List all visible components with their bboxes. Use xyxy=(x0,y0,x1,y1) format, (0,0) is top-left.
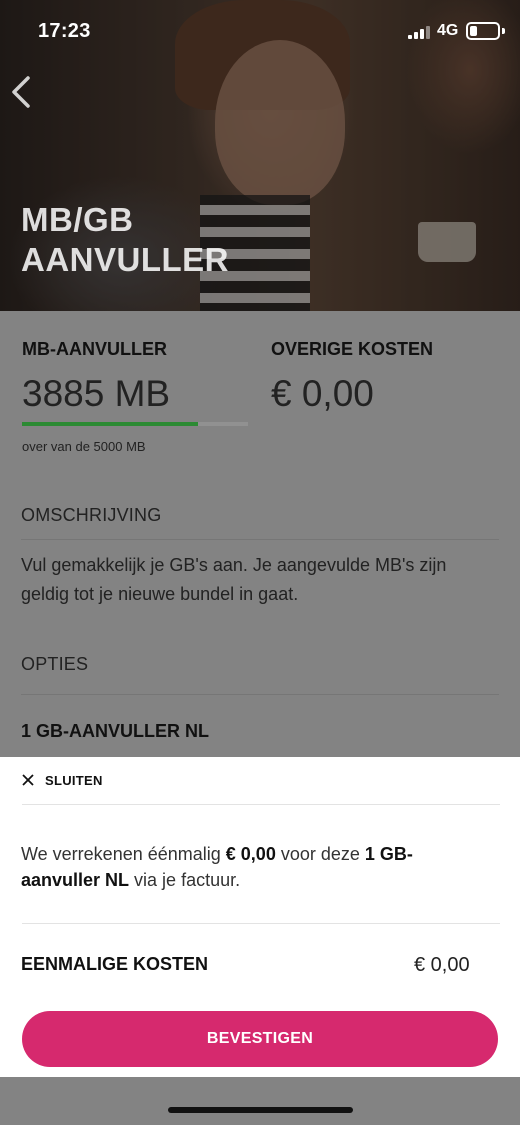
battery-level xyxy=(470,26,477,36)
close-icon xyxy=(22,774,34,786)
charge-info-suffix: via je factuur. xyxy=(129,870,241,890)
option-item-1gb[interactable]: 1 GB-AANVULLER NL xyxy=(21,721,209,742)
one-time-cost-label: EENMALIGE KOSTEN xyxy=(21,954,209,974)
mb-progress-bar xyxy=(22,422,248,426)
divider xyxy=(21,694,499,695)
options-title: OPTIES xyxy=(21,654,89,674)
status-bar: 17:23 4G xyxy=(0,0,520,64)
confirm-sheet: SLUITEN We verrekenen éénmalig € 0,00 vo… xyxy=(0,757,520,1077)
description-title: OMSCHRIJVING xyxy=(21,505,162,525)
mb-remaining-value: 3885 MB xyxy=(22,373,171,414)
battery-icon xyxy=(466,22,500,40)
one-time-cost-value: € 0,00 xyxy=(414,954,470,976)
divider xyxy=(21,539,499,540)
page-title-line1: MB/GB xyxy=(21,201,134,238)
back-button[interactable] xyxy=(8,72,38,112)
mb-progress-fill xyxy=(22,422,198,426)
charge-info-middle: voor deze xyxy=(275,844,365,864)
charge-info-text: We verrekenen éénmalig € 0,00 voor deze … xyxy=(21,841,491,893)
sheet-divider xyxy=(22,804,500,805)
mb-aanvuller-title: MB-AANVULLER xyxy=(22,339,167,359)
description-text: Vul gemakkelijk je GB's aan. Je aangevul… xyxy=(21,555,447,604)
close-button[interactable]: SLUITEN xyxy=(0,757,520,805)
close-label: SLUITEN xyxy=(45,773,103,788)
charge-info-prefix: We verrekenen éénmalig xyxy=(21,844,226,864)
page-title-line2: AANVULLER xyxy=(21,241,229,278)
signal-icon xyxy=(408,26,430,39)
chevron-left-icon xyxy=(12,76,30,108)
mb-total-note: over van de 5000 MB xyxy=(22,439,146,454)
confirm-button[interactable]: BEVESTIGEN xyxy=(22,1011,498,1067)
other-costs-title: OVERIGE KOSTEN xyxy=(271,339,434,359)
battery-tip xyxy=(502,28,505,34)
home-area xyxy=(0,1077,520,1125)
charge-info-amount: € 0,00 xyxy=(225,844,276,864)
other-costs-value: € 0,00 xyxy=(271,373,374,414)
page-title: MB/GB AANVULLER xyxy=(21,200,229,280)
status-time: 17:23 xyxy=(38,20,91,42)
sheet-divider xyxy=(22,923,500,924)
network-label: 4G xyxy=(437,22,459,39)
home-indicator[interactable] xyxy=(168,1107,353,1113)
